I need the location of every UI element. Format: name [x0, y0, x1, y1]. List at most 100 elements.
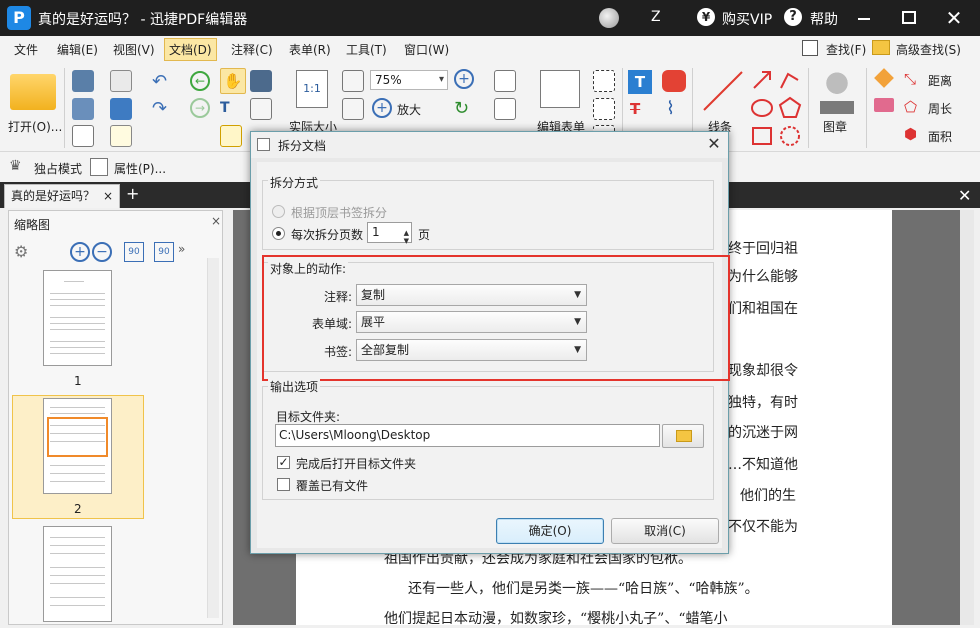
advanced-find-button[interactable]: 高级查找(S)	[896, 41, 961, 58]
overwrite-checkbox[interactable]	[277, 478, 290, 491]
stepper-down-icon[interactable]: ▼	[404, 232, 409, 251]
back-icon[interactable]: ←	[190, 71, 210, 91]
zoom-select[interactable]: 75%	[370, 70, 448, 90]
redo-icon[interactable]: ↷	[152, 98, 167, 119]
overwrite-label[interactable]: 覆盖已有文件	[296, 477, 368, 494]
open-after-label[interactable]: 完成后打开目标文件夹	[296, 455, 416, 472]
zoom-in-small-icon[interactable]: +	[454, 69, 474, 89]
browse-folder-button[interactable]	[662, 424, 704, 448]
export-icon[interactable]	[72, 125, 94, 147]
zoom-in-icon[interactable]: +	[372, 98, 392, 118]
minimize-button[interactable]	[852, 8, 876, 28]
find-icon[interactable]	[802, 40, 818, 56]
help-button[interactable]: 帮助	[810, 9, 838, 29]
help-icon[interactable]: ?	[784, 8, 802, 26]
vip-icon[interactable]: ¥	[697, 8, 715, 26]
user-button[interactable]: Z	[651, 9, 661, 25]
callout-icon[interactable]	[593, 98, 615, 120]
split-by-pages-label[interactable]: 每次拆分页数	[291, 226, 363, 243]
area-label[interactable]: 面积	[928, 128, 952, 145]
dialog-close-button[interactable]: ✕	[703, 133, 725, 155]
menu-form[interactable]: 表单(R)	[289, 41, 331, 58]
menu-document[interactable]: 文档(D)	[164, 38, 217, 61]
email-icon[interactable]	[110, 70, 132, 92]
fit-page-icon[interactable]	[342, 70, 364, 92]
open-after-checkbox[interactable]: ✓	[277, 456, 290, 469]
split-by-pages-radio[interactable]	[272, 227, 285, 240]
undo-icon[interactable]: ↶	[152, 71, 167, 92]
menu-view[interactable]: 视图(V)	[113, 41, 155, 58]
close-window-button[interactable]: ✕	[942, 6, 966, 30]
thumbnail-scrollbar[interactable]	[207, 258, 219, 618]
perimeter-icon[interactable]: ⬠	[904, 98, 917, 116]
text-tool-icon[interactable]: T	[628, 70, 652, 94]
tab-document[interactable]: 真的是好运吗？ ×	[4, 184, 120, 208]
attach-icon[interactable]: ⌇	[666, 98, 675, 119]
polyline-tool-icon[interactable]	[778, 68, 802, 95]
new-icon[interactable]	[110, 125, 132, 147]
rotate-right-icon[interactable]: 90	[154, 242, 174, 262]
rotate-icon[interactable]: ↻	[454, 98, 469, 119]
comment-icon[interactable]	[662, 70, 686, 92]
menu-tools[interactable]: 工具(T)	[346, 41, 387, 58]
forward-icon[interactable]: →	[190, 98, 210, 118]
split-by-bookmark-radio[interactable]	[272, 205, 285, 218]
pages-per-split-stepper[interactable]: 1 ▲ ▼	[367, 222, 412, 245]
eraser-icon[interactable]	[874, 98, 894, 112]
buy-vip-button[interactable]: 购买VIP	[722, 9, 772, 29]
edit-form-icon[interactable]	[540, 70, 580, 108]
select-text-icon[interactable]: T	[220, 100, 230, 116]
ok-button[interactable]: 确定(O)	[496, 518, 604, 544]
rotate-left-icon[interactable]: 90	[124, 242, 144, 262]
find-button[interactable]: 查找(F)	[826, 41, 866, 58]
gear-icon[interactable]: ⚙	[14, 242, 28, 261]
distance-icon[interactable]: ⤡	[904, 70, 916, 88]
menu-edit[interactable]: 编辑(E)	[57, 41, 98, 58]
maximize-button[interactable]	[902, 11, 916, 24]
select-area-icon[interactable]	[220, 125, 242, 147]
add-tab-button[interactable]: +	[126, 185, 140, 203]
theme-icon[interactable]	[599, 8, 619, 28]
split-by-bookmark-label[interactable]: 根据顶层书签拆分	[291, 204, 387, 221]
typewriter-icon[interactable]	[494, 70, 516, 92]
print-icon[interactable]	[72, 98, 94, 120]
zoom-out-thumb-icon[interactable]: −	[92, 242, 112, 262]
zoom-in-label[interactable]: 放大	[397, 101, 421, 118]
open-folder-icon[interactable]	[10, 74, 56, 110]
page-thumbnail[interactable]	[43, 526, 112, 622]
page-thumbnail[interactable]	[43, 270, 112, 366]
arrow-tool-icon[interactable]	[750, 68, 774, 95]
text-box-icon[interactable]	[593, 70, 615, 92]
strikeout-icon[interactable]: T	[630, 100, 640, 118]
hand-tool-icon[interactable]: ✋	[220, 68, 246, 94]
target-folder-input[interactable]: C:\Users\Mloong\Desktop	[275, 424, 660, 447]
page-thumbnail[interactable]	[43, 398, 112, 494]
more-icon[interactable]: »	[178, 242, 185, 256]
menu-window[interactable]: 窗口(W)	[404, 41, 449, 58]
pencil-icon[interactable]	[874, 68, 894, 88]
polygon-tool-icon[interactable]	[778, 96, 802, 123]
menu-comment[interactable]: 注释(C)	[231, 41, 273, 58]
open-button-label[interactable]: 打开(O)...	[8, 118, 62, 135]
fit-width-icon[interactable]	[342, 98, 364, 120]
save-icon[interactable]	[72, 70, 94, 92]
distance-label[interactable]: 距离	[928, 72, 952, 89]
close-all-tabs-icon[interactable]: ✕	[958, 186, 971, 205]
stamp-icon[interactable]	[820, 70, 854, 114]
cloud-tool-icon[interactable]	[778, 124, 802, 151]
clipboard-icon[interactable]	[250, 98, 272, 120]
perimeter-label[interactable]: 周长	[928, 100, 952, 117]
document-scrollbar[interactable]	[960, 210, 974, 625]
line-tool-icon[interactable]	[700, 68, 746, 114]
area-icon[interactable]: ⬢	[904, 125, 917, 143]
exclusive-mode-button[interactable]: 独占模式	[34, 160, 82, 177]
snapshot-icon[interactable]	[250, 70, 272, 92]
stamp-label[interactable]: 图章	[823, 118, 847, 135]
text-field-icon[interactable]	[494, 98, 516, 120]
rectangle-tool-icon[interactable]	[750, 124, 774, 151]
actual-size-icon[interactable]: 1:1	[296, 70, 328, 108]
ellipse-tool-icon[interactable]	[750, 96, 774, 123]
advanced-find-icon[interactable]	[872, 40, 890, 55]
zoom-in-thumb-icon[interactable]: +	[70, 242, 90, 262]
tab-close-icon[interactable]: ×	[103, 185, 113, 207]
